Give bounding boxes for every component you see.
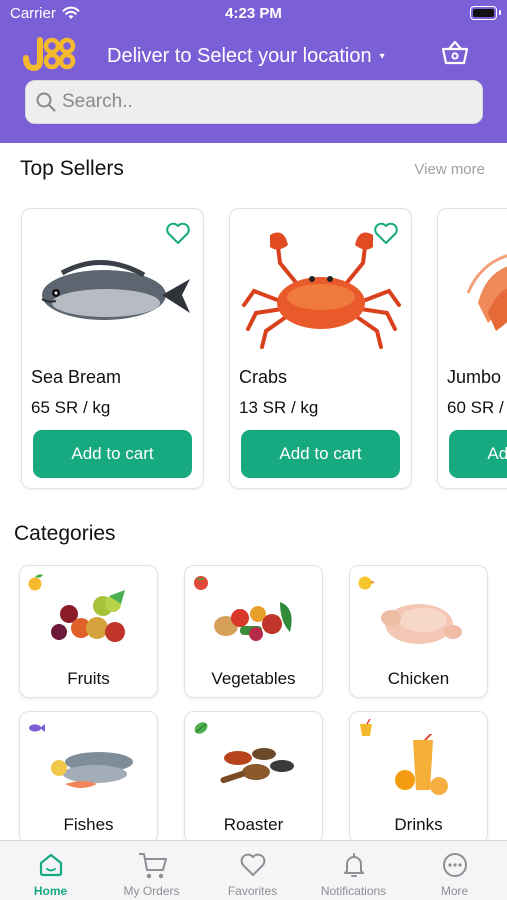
category-label: Fishes [63, 815, 114, 834]
tab-label: Notifications [320, 884, 387, 898]
category-label: Fruits [67, 669, 110, 688]
tomato-icon [194, 576, 208, 590]
product-price: 13 SR / kg [239, 398, 319, 417]
tab-label: Favorites [227, 884, 278, 898]
more-icon [443, 853, 467, 877]
seed-icon [194, 722, 208, 734]
location-label: Deliver to Select your location [107, 45, 372, 67]
drinks-image [395, 734, 448, 795]
chick-icon [358, 576, 375, 590]
location-selector[interactable]: Deliver to Select your location ▾ [107, 45, 385, 68]
category-fishes[interactable]: Fishes [19, 711, 158, 844]
top-sellers-carousel[interactable]: Sea Bream 65 SR / kg Add to cart Crabs 1… [0, 207, 507, 491]
category-chicken[interactable]: Chicken [349, 565, 488, 698]
status-bar: Carrier 4:23 PM [0, 0, 507, 28]
tab-notifications[interactable]: Notifications [303, 841, 404, 900]
tab-home[interactable]: Home [0, 841, 101, 900]
add-to-cart-button[interactable]: Add to cart [241, 430, 400, 478]
category-drinks[interactable]: Drinks [349, 711, 488, 844]
tab-label: My Orders [123, 884, 180, 898]
heart-icon [240, 853, 266, 876]
roaster-image [220, 748, 294, 784]
home-icon [39, 853, 63, 877]
add-to-cart-button[interactable]: Add to cart [449, 430, 507, 478]
app-logo[interactable] [22, 32, 78, 72]
view-more-link[interactable]: View more [414, 161, 485, 178]
category-label: Chicken [387, 669, 450, 688]
category-roaster[interactable]: Roaster [184, 711, 323, 844]
category-vegetables[interactable]: Vegetables [184, 565, 323, 698]
search-input[interactable] [62, 81, 472, 123]
category-label: Vegetables [211, 669, 296, 688]
tab-more[interactable]: More [404, 841, 505, 900]
product-card[interactable]: Jumbo 60 SR / kg Add to cart [437, 208, 507, 489]
vegetables-image [214, 602, 292, 641]
favorite-heart-icon[interactable] [373, 221, 399, 245]
category-fruits[interactable]: Fruits [19, 565, 158, 698]
chicken-image [381, 604, 462, 644]
chevron-down-icon: ▾ [379, 51, 385, 63]
product-name: Jumbo [447, 367, 502, 387]
fruits-image [51, 590, 125, 642]
tab-favorites[interactable]: Favorites [202, 841, 303, 900]
basket-icon[interactable] [441, 40, 469, 66]
product-name: Crabs [239, 367, 288, 387]
fruit-icon [28, 574, 43, 591]
product-name: Sea Bream [31, 367, 122, 387]
tab-label: Home [33, 884, 68, 898]
app-header: Carrier 4:23 PM Deliver to Select your l… [0, 0, 507, 143]
tab-my-orders[interactable]: My Orders [101, 841, 202, 900]
drink-icon [360, 719, 372, 736]
product-price: 65 SR / kg [31, 398, 111, 417]
tab-label: More [440, 884, 469, 898]
shrimp-image [466, 254, 507, 331]
cart-icon [139, 853, 167, 879]
category-label: Drinks [394, 815, 443, 834]
search-icon [36, 92, 56, 112]
product-price: 60 SR / kg [447, 398, 507, 417]
category-label: Roaster [223, 815, 284, 834]
battery-icon [470, 6, 501, 20]
fishes-image [51, 752, 133, 788]
product-card[interactable]: Sea Bream 65 SR / kg Add to cart [21, 208, 204, 489]
fish-icon [29, 724, 45, 732]
top-sellers-title: Top Sellers [20, 157, 124, 180]
search-bar[interactable] [25, 80, 483, 124]
bell-icon [344, 853, 364, 877]
categories-title: Categories [14, 522, 116, 545]
bottom-tab-bar: Home My Orders Favorites Notifications M… [0, 840, 507, 900]
favorite-heart-icon[interactable] [165, 221, 191, 245]
status-time: 4:23 PM [225, 5, 282, 22]
add-to-cart-button[interactable]: Add to cart [33, 430, 192, 478]
product-card[interactable]: Crabs 13 SR / kg Add to cart [229, 208, 412, 489]
